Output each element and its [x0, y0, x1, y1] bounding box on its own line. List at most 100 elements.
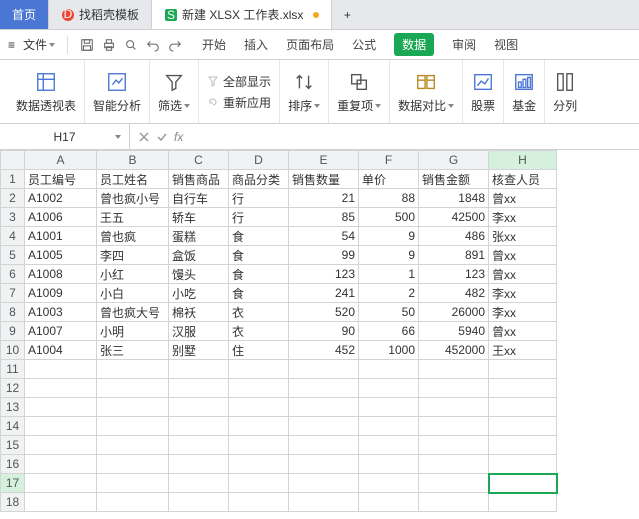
cell[interactable]: 小红 [97, 265, 169, 284]
spreadsheet-grid[interactable]: ABCDEFGH1员工编号员工姓名销售商品商品分类销售数量单价销售金额核查人员2… [0, 150, 639, 519]
column-header[interactable]: H [489, 151, 557, 170]
cell[interactable]: 汉服 [169, 322, 229, 341]
cell[interactable] [359, 379, 419, 398]
cell[interactable]: 衣 [229, 303, 289, 322]
cell[interactable]: 曾xx [489, 322, 557, 341]
cell[interactable]: 曾xx [489, 246, 557, 265]
cancel-icon[interactable] [138, 131, 150, 143]
cell[interactable] [419, 455, 489, 474]
cell[interactable]: 轿车 [169, 208, 229, 227]
cell[interactable] [169, 398, 229, 417]
cell[interactable]: 张xx [489, 227, 557, 246]
ribbon-tab-data[interactable]: 数据 [394, 33, 434, 56]
cell[interactable] [419, 474, 489, 493]
cell[interactable] [97, 474, 169, 493]
save-icon[interactable] [80, 38, 94, 52]
cell[interactable]: 42500 [419, 208, 489, 227]
cell[interactable]: 销售商品 [169, 170, 229, 189]
hamburger-menu[interactable]: ≡ [8, 38, 15, 52]
cell[interactable]: 90 [289, 322, 359, 341]
cell[interactable]: 1000 [359, 341, 419, 360]
cell[interactable]: 曾也疯 [97, 227, 169, 246]
cell[interactable] [419, 417, 489, 436]
tab-templates[interactable]: D 找稻壳模板 [49, 0, 152, 29]
ribbon-tab-view[interactable]: 视图 [494, 36, 518, 53]
cell[interactable] [289, 455, 359, 474]
cell[interactable] [229, 360, 289, 379]
cell[interactable] [489, 360, 557, 379]
cell[interactable]: 5940 [419, 322, 489, 341]
column-header[interactable]: B [97, 151, 169, 170]
cell[interactable]: 曾xx [489, 265, 557, 284]
cell[interactable]: 棉袄 [169, 303, 229, 322]
cell[interactable] [169, 379, 229, 398]
cell[interactable]: 500 [359, 208, 419, 227]
cell[interactable]: 李四 [97, 246, 169, 265]
row-header[interactable]: 8 [1, 303, 25, 322]
cell[interactable] [97, 360, 169, 379]
stock-button[interactable]: 股票 [463, 60, 504, 123]
column-header[interactable]: D [229, 151, 289, 170]
cell[interactable]: 行 [229, 208, 289, 227]
cell[interactable] [489, 417, 557, 436]
ribbon-tab-insert[interactable]: 插入 [244, 36, 268, 53]
row-header[interactable]: 12 [1, 379, 25, 398]
cell[interactable] [169, 474, 229, 493]
column-header[interactable]: C [169, 151, 229, 170]
cell[interactable] [419, 398, 489, 417]
cell[interactable]: 9 [359, 246, 419, 265]
cell[interactable] [359, 493, 419, 512]
cell[interactable]: 食 [229, 246, 289, 265]
fund-button[interactable]: 基金 [504, 60, 545, 123]
cell[interactable] [97, 493, 169, 512]
row-header[interactable]: 7 [1, 284, 25, 303]
cell[interactable] [359, 436, 419, 455]
name-box-input[interactable] [25, 130, 105, 144]
print-icon[interactable] [102, 38, 116, 52]
cell[interactable] [419, 379, 489, 398]
cell[interactable]: 2 [359, 284, 419, 303]
cell[interactable] [229, 398, 289, 417]
cell[interactable] [229, 436, 289, 455]
redo-icon[interactable] [168, 38, 182, 52]
preview-icon[interactable] [124, 38, 138, 52]
confirm-icon[interactable] [156, 131, 168, 143]
cell[interactable] [359, 455, 419, 474]
ribbon-tab-review[interactable]: 审阅 [452, 36, 476, 53]
row-header[interactable]: 1 [1, 170, 25, 189]
cell[interactable] [25, 417, 97, 436]
cell[interactable]: A1009 [25, 284, 97, 303]
cell[interactable]: 452000 [419, 341, 489, 360]
cell[interactable] [97, 417, 169, 436]
row-header[interactable]: 15 [1, 436, 25, 455]
pivot-table-button[interactable]: 数据透视表 [8, 60, 85, 123]
cell[interactable]: 曾xx [489, 189, 557, 208]
ribbon-tab-formula[interactable]: 公式 [352, 36, 376, 53]
cell[interactable] [489, 474, 557, 493]
cell[interactable] [289, 493, 359, 512]
cell[interactable]: 1848 [419, 189, 489, 208]
row-header[interactable]: 10 [1, 341, 25, 360]
cell[interactable]: A1001 [25, 227, 97, 246]
cell[interactable]: 50 [359, 303, 419, 322]
cell[interactable]: 54 [289, 227, 359, 246]
cell[interactable]: 小明 [97, 322, 169, 341]
cell[interactable] [419, 493, 489, 512]
cell[interactable]: 核查人员 [489, 170, 557, 189]
cell[interactable]: A1006 [25, 208, 97, 227]
row-header[interactable]: 14 [1, 417, 25, 436]
cell[interactable] [229, 379, 289, 398]
cell[interactable]: 88 [359, 189, 419, 208]
undo-icon[interactable] [146, 38, 160, 52]
cell[interactable]: 99 [289, 246, 359, 265]
cell[interactable]: 66 [359, 322, 419, 341]
cell[interactable]: 王五 [97, 208, 169, 227]
cell[interactable] [169, 417, 229, 436]
cell[interactable]: 1 [359, 265, 419, 284]
row-header[interactable]: 13 [1, 398, 25, 417]
row-header[interactable]: 6 [1, 265, 25, 284]
cell[interactable] [25, 436, 97, 455]
cell[interactable] [289, 474, 359, 493]
select-all-corner[interactable] [1, 151, 25, 170]
cell[interactable]: 李xx [489, 284, 557, 303]
